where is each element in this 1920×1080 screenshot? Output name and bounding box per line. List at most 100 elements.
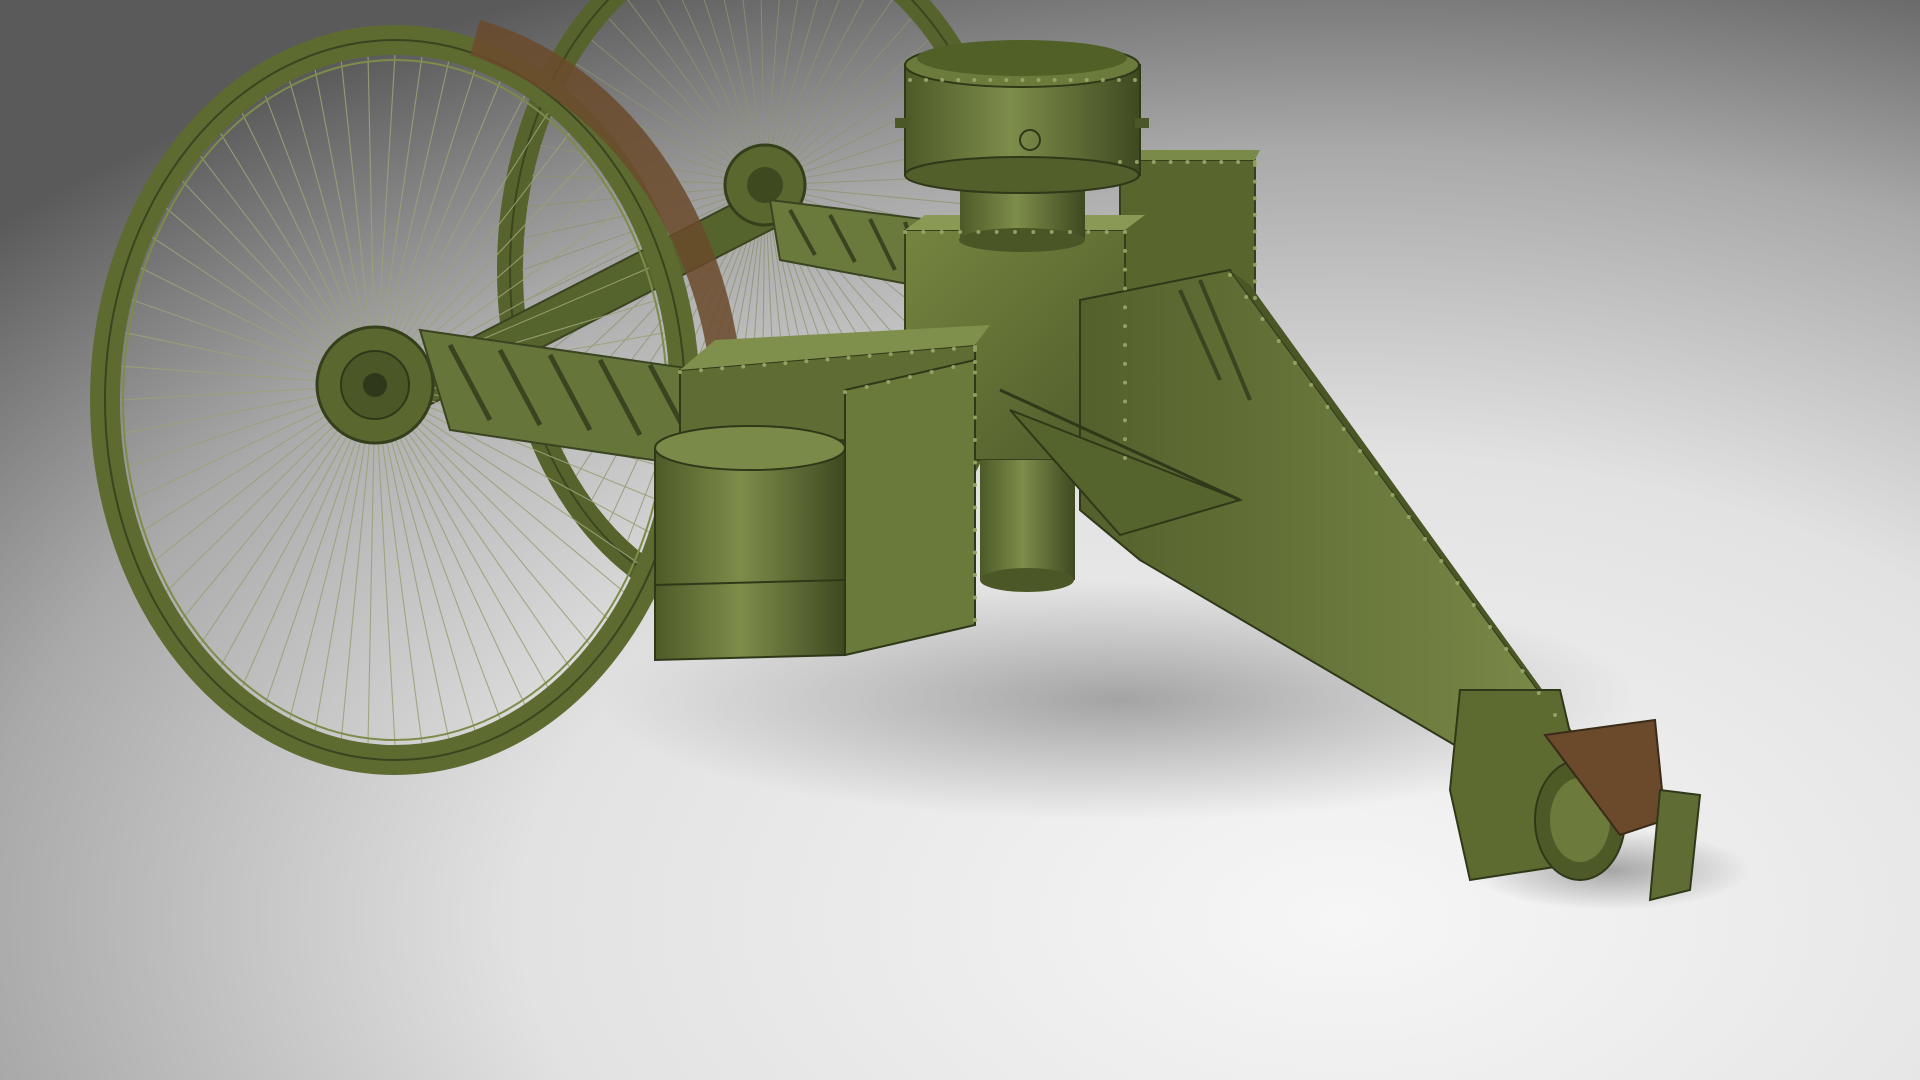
rivet <box>973 483 977 487</box>
rivet <box>1253 179 1257 184</box>
rivet <box>1123 437 1127 442</box>
rivet <box>973 360 977 364</box>
rivet <box>886 380 891 384</box>
rivet <box>1228 273 1232 277</box>
rivet <box>1253 279 1257 284</box>
rivet <box>1123 418 1127 423</box>
rivet <box>1049 230 1054 234</box>
rivet <box>888 352 893 357</box>
rivet <box>1123 248 1127 253</box>
rivet <box>1244 295 1249 299</box>
rivet <box>1374 471 1379 475</box>
rivet <box>846 355 851 360</box>
rivet <box>1100 78 1105 82</box>
rivet <box>783 361 788 366</box>
rivet <box>1260 317 1265 321</box>
rivet <box>867 353 872 358</box>
rivet <box>1133 78 1137 82</box>
rivet <box>1118 160 1122 164</box>
rivet <box>973 618 977 622</box>
rivet <box>1123 230 1127 234</box>
rivet <box>929 370 934 374</box>
rivet <box>951 346 956 351</box>
rivet <box>1168 160 1173 164</box>
rivet <box>1104 230 1109 234</box>
rivet <box>958 230 962 234</box>
rivet <box>1253 296 1257 300</box>
rivet <box>988 78 993 82</box>
rivet <box>1068 78 1073 82</box>
rivet <box>720 366 725 371</box>
rivet <box>1036 78 1041 82</box>
rivet <box>1358 449 1362 453</box>
rivet <box>1520 669 1525 673</box>
rivet <box>1253 196 1257 201</box>
rivet <box>1488 625 1492 629</box>
rivet <box>1471 603 1476 607</box>
rivet <box>825 357 830 362</box>
rivet <box>973 573 977 577</box>
rivet <box>973 528 977 532</box>
rivet <box>921 230 926 234</box>
rivet <box>1309 383 1314 387</box>
rivet <box>1086 230 1091 234</box>
rivet <box>1423 537 1427 541</box>
rivet <box>1406 515 1411 519</box>
rivet <box>1185 160 1190 164</box>
rivet <box>1253 229 1257 234</box>
rivet <box>843 390 847 394</box>
rivet <box>762 362 767 367</box>
rivet <box>1123 380 1127 385</box>
rivet <box>1123 456 1127 460</box>
rivet <box>940 78 945 82</box>
rivet <box>1253 163 1257 167</box>
rivet <box>1013 230 1017 234</box>
rivet <box>973 370 977 375</box>
rivet <box>976 230 981 234</box>
rivet <box>1236 160 1241 164</box>
rivet <box>994 230 999 234</box>
rivet <box>956 78 961 82</box>
rivet <box>1123 324 1127 329</box>
rivet <box>1116 78 1121 82</box>
rivet <box>1253 212 1257 217</box>
rivet <box>1253 262 1257 267</box>
rivet <box>1123 343 1127 347</box>
rivet <box>930 348 935 353</box>
rivet <box>804 359 809 364</box>
rivet <box>1123 305 1127 310</box>
rivet <box>973 595 977 600</box>
rivet <box>1439 559 1444 563</box>
rivet <box>908 375 912 379</box>
rivet <box>1341 427 1346 431</box>
rivet <box>973 438 977 442</box>
rivet <box>1390 493 1395 497</box>
rivet <box>1123 399 1127 404</box>
rivet <box>973 550 977 555</box>
rivet <box>1004 78 1009 82</box>
rivet <box>909 350 914 355</box>
rivet <box>1031 230 1036 234</box>
rivet <box>973 505 977 510</box>
rivet <box>972 78 977 82</box>
rivet <box>1504 647 1509 651</box>
rivet <box>1455 581 1460 585</box>
rivet <box>1202 160 1207 164</box>
rivet <box>1068 230 1072 234</box>
rivet <box>1536 691 1541 695</box>
rivet <box>864 385 869 389</box>
rivet <box>973 393 977 397</box>
rivet <box>973 460 977 465</box>
rivet <box>1151 160 1156 164</box>
rivet <box>1253 246 1257 251</box>
rivet <box>1134 160 1139 164</box>
rivet <box>678 370 682 374</box>
rivet <box>973 415 977 420</box>
tank-render <box>0 0 1920 1080</box>
rivet <box>1123 267 1127 272</box>
rivet <box>1084 78 1089 82</box>
rivet <box>1219 160 1224 164</box>
rivet <box>1052 78 1057 82</box>
rivet <box>1020 78 1025 82</box>
rivet <box>1123 361 1127 366</box>
